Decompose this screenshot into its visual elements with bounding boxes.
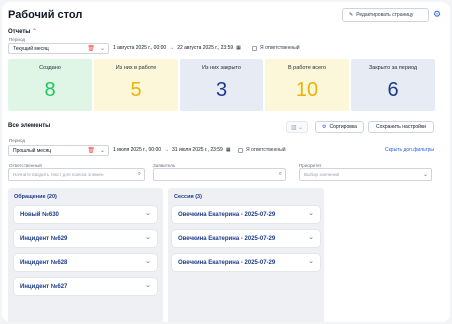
elements-period-label: Период — [9, 138, 26, 143]
calendar-icon: ▦ — [236, 45, 241, 51]
list-item[interactable]: Новый №630 ⌄ — [14, 206, 157, 223]
page-title: Рабочий стол — [8, 9, 83, 21]
search-icon: ⌕ — [137, 171, 141, 177]
list-item-title: Овечкина Екатерина - 2025-07-29 — [178, 259, 276, 266]
elements-responsible-checkbox[interactable]: Я ответственный — [238, 147, 286, 153]
stat-card-label: В работе всего — [287, 65, 327, 71]
chevron-down-icon[interactable]: ⌄ — [145, 281, 151, 289]
period-value: Текущий месяц — [13, 45, 49, 52]
edit-page-button[interactable]: ✎ Редактировать страницу — [342, 8, 429, 22]
list-item-title: Инцидент №629 — [20, 235, 68, 242]
chevron-down-icon[interactable]: ⌄ — [308, 209, 314, 217]
screen-frame: Рабочий стол ✎ Редактировать страницу ⚙ … — [0, 0, 452, 324]
edit-page-label: Редактировать страницу — [356, 12, 414, 18]
stat-card-label: Из них в работе — [115, 65, 157, 71]
date-to: 31 июля 2025 г., 23:59 — [172, 147, 223, 153]
calendar-icon: ▦ — [225, 147, 231, 153]
all-elements-title: Все элементы — [8, 123, 51, 129]
chevron-down-icon[interactable]: ⌄ — [308, 233, 314, 241]
column-requests: Обращение (20) Новый №630 ⌄ Инцидент №629 ⌄… — [8, 188, 163, 322]
chevron-down-icon[interactable]: ⌄ — [145, 233, 151, 241]
sort-label: Сортировка — [329, 124, 357, 130]
arrow-icon: → — [169, 45, 175, 51]
chevron-down-icon[interactable]: ⌄ — [308, 257, 314, 265]
stat-card-value: 8 — [44, 79, 56, 101]
sort-icon: ⚙ — [322, 124, 327, 130]
period-label: Период — [9, 37, 26, 42]
stat-card-label: Закрыто за период — [368, 65, 418, 71]
list-item[interactable]: Овечкина Екатерина - 2025-07-29 ⌄ — [172, 230, 320, 247]
collapse-icon: ⌃ — [32, 29, 38, 35]
date-from: 1 августа 2025 г., 00:00 — [113, 45, 167, 51]
responsible-checkbox[interactable]: Я ответственный — [252, 45, 300, 51]
list-item[interactable]: Овечкина Екатерина - 2025-07-29 ⌄ — [172, 206, 320, 223]
save-settings-button[interactable]: Сохранить настройки — [368, 121, 434, 133]
stat-card-value: 6 — [387, 79, 399, 101]
list-item-title: Инцидент №627 — [20, 283, 68, 290]
priority-placeholder: Выбор значений — [304, 172, 340, 177]
stat-card: Создано 8 — [8, 59, 92, 111]
list-item-title: Овечкина Екатерина - 2025-07-29 — [178, 211, 276, 218]
sort-button[interactable]: ⚙ Сортировка — [315, 121, 364, 133]
dashboard-page: Рабочий стол ✎ Редактировать страницу ⚙ … — [2, 2, 450, 322]
list-item-title: Овечкина Екатерина - 2025-07-29 — [178, 235, 276, 242]
list-item[interactable]: Инцидент №628 ⌄ — [14, 254, 157, 271]
chevron-down-icon: ⌄ — [422, 172, 428, 178]
clear-icon[interactable]: 🗑 — [87, 147, 95, 154]
list-item[interactable]: Инцидент №629 ⌄ — [14, 230, 157, 247]
stat-card-value: 3 — [215, 79, 228, 101]
date-from: 1 июля 2025 г., 00:00 — [113, 147, 162, 153]
list-item[interactable]: Инцидент №627 ⌄ — [14, 278, 157, 295]
priority-select[interactable]: Выбор значений ⌄ — [299, 168, 432, 181]
stat-card-value: 5 — [130, 79, 142, 101]
date-to: 22 августа 2025 г., 23:59 — [177, 45, 234, 51]
period-select[interactable]: Текущий месяц 🗑 ⌄ — [8, 43, 109, 54]
applicant-search-input[interactable]: ⌕ — [153, 168, 286, 181]
clear-icon[interactable]: 🗑 — [87, 45, 95, 52]
checkbox-box[interactable] — [252, 45, 257, 51]
checkbox-box[interactable] — [238, 147, 243, 153]
stat-card: Из них закрыто 3 — [180, 59, 263, 111]
reports-section-header[interactable]: Отчеты ⌃ — [8, 28, 37, 35]
list-item[interactable]: Овечкина Екатерина - 2025-07-29 ⌄ — [172, 254, 320, 271]
chevron-down-icon: ⌄ — [99, 148, 105, 154]
pencil-icon: ✎ — [349, 12, 354, 18]
elements-period-value: Прошлый месяц — [13, 147, 52, 154]
search-icon: ⌕ — [278, 171, 282, 177]
save-settings-label: Сохранить настройки — [376, 124, 426, 130]
responsible-placeholder: Начните вводить текст для поиска элемен — [13, 172, 104, 177]
column-sessions: Сессия (3) Овечкина Екатерина - 2025-07-… — [168, 188, 324, 322]
stat-card: В работе всего 10 — [265, 59, 349, 111]
view-toggle-icon[interactable]: ▥ ⌄ — [286, 121, 308, 133]
responsible-label: Я ответственный — [260, 45, 300, 51]
list-item-title: Инцидент №628 — [20, 259, 68, 266]
chevron-down-icon[interactable]: ⌄ — [145, 257, 151, 265]
stat-card: Закрыто за период 6 — [351, 59, 435, 111]
elements-period-select[interactable]: Прошлый месяц 🗑 ⌄ — [8, 145, 109, 156]
stat-card-label: Из них закрыто — [202, 65, 241, 71]
column-title: Обращение (20) — [14, 194, 57, 200]
list-item-title: Новый №630 — [20, 211, 59, 218]
chevron-down-icon: ⌄ — [99, 46, 105, 52]
elements-date-range[interactable]: 1 июля 2025 г., 00:00 → 31 июля 2025 г.,… — [113, 147, 231, 153]
gear-icon[interactable]: ⚙ — [433, 10, 442, 19]
reports-title: Отчеты — [8, 29, 31, 35]
column-title: Сессия (3) — [174, 194, 202, 200]
responsible-search-input[interactable]: Начните вводить текст для поиска элемен … — [8, 168, 145, 181]
hide-filters-link[interactable]: Скрыть доп.фильтры — [385, 147, 434, 153]
stat-card: Из них в работе 5 — [94, 59, 178, 111]
date-range[interactable]: 1 августа 2025 г., 00:00 → 22 августа 20… — [113, 45, 241, 51]
stat-card-label: Создано — [39, 65, 61, 71]
chevron-down-icon[interactable]: ⌄ — [145, 209, 151, 217]
responsible-label: Я ответственный — [246, 147, 286, 153]
arrow-icon: → — [164, 147, 170, 153]
stat-card-value: 10 — [295, 79, 319, 101]
